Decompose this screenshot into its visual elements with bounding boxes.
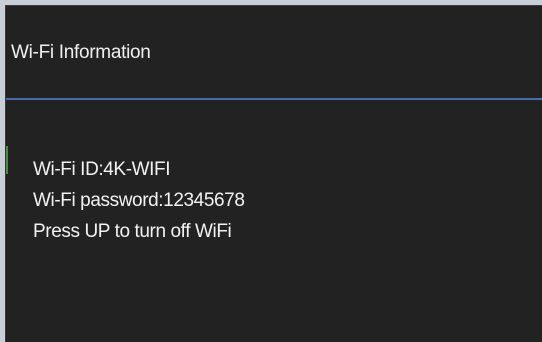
- wifi-info-screen: Wi-Fi Information Wi-Fi ID:4K-WIFI Wi-Fi…: [5, 5, 542, 342]
- wifi-id-text: Wi-Fi ID:4K-WIFI: [33, 159, 171, 180]
- focus-indicator: [6, 146, 8, 174]
- header-bar: Wi-Fi Information: [6, 6, 542, 100]
- page-title: Wi-Fi Information: [11, 42, 151, 63]
- info-list: Wi-Fi ID:4K-WIFI Wi-Fi password:12345678…: [33, 154, 245, 247]
- info-panel: Wi-Fi ID:4K-WIFI Wi-Fi password:12345678…: [6, 102, 542, 342]
- turn-off-instruction-text: Press UP to turn off WiFi: [33, 221, 232, 242]
- wifi-password-text: Wi-Fi password:12345678: [33, 190, 245, 211]
